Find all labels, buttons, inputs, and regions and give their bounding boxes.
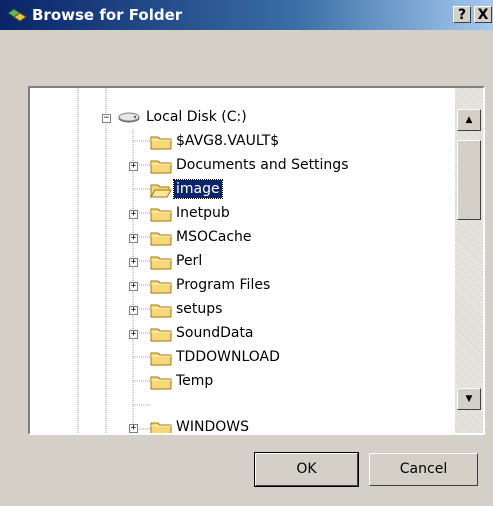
folder-icon	[150, 136, 172, 150]
tree-item-windows[interactable]: + WINDOWS	[30, 418, 450, 435]
expand-icon[interactable]: +	[129, 424, 138, 433]
tree-item-documents-and-settings[interactable]: + Documents and Settings	[30, 156, 450, 177]
expand-icon[interactable]: +	[129, 210, 138, 219]
tree-item-label: $AVG8.VAULT$	[176, 133, 280, 149]
tree-item-label: image	[173, 179, 223, 199]
tree-item-msocache[interactable]: + MSOCache	[30, 228, 450, 249]
folder-icon	[150, 376, 172, 390]
help-button[interactable]: ?	[453, 6, 471, 23]
tree-item-program-files[interactable]: + Program Files	[30, 276, 450, 297]
vertical-scrollbar[interactable]: ▲ ▼	[455, 88, 483, 433]
expand-icon[interactable]: +	[129, 258, 138, 267]
tree-item-label: Documents and Settings	[176, 157, 349, 173]
browse-folder-icon	[7, 8, 27, 22]
tree-item-perl[interactable]: + Perl	[30, 252, 450, 273]
tree-item-label: Program Files	[176, 277, 271, 293]
scroll-down-button[interactable]: ▼	[457, 388, 481, 410]
tree-item-label: Perl	[176, 253, 203, 269]
tree-item-setups[interactable]: + setups	[30, 300, 450, 321]
tree-item-label: TDDOWNLOAD	[176, 349, 280, 365]
close-button[interactable]: X	[474, 6, 492, 23]
expand-icon[interactable]: +	[129, 162, 138, 171]
tree-item-inetpub[interactable]: + Inetpub	[30, 204, 450, 225]
tree-item-temp[interactable]: Temp	[30, 372, 450, 393]
tree-item-label: SoundData	[176, 325, 254, 341]
expand-icon[interactable]: +	[129, 330, 138, 339]
ok-button[interactable]: OK	[254, 452, 359, 487]
tree-item-tddownload[interactable]: TDDOWNLOAD	[30, 348, 450, 369]
tree-item-sounddata[interactable]: + SoundData	[30, 324, 450, 345]
tree-item-local-disk[interactable]: − Local Disk (C:)	[30, 108, 450, 129]
folder-icon	[150, 352, 172, 366]
folder-icon	[150, 422, 172, 433]
window-title: Browse for Folder	[32, 6, 183, 24]
folder-icon	[150, 256, 172, 270]
folder-icon	[150, 328, 172, 342]
tree-item-avg8-vault[interactable]: $AVG8.VAULT$	[30, 132, 450, 153]
tree-item-label: MSOCache	[176, 229, 252, 245]
expand-icon[interactable]: +	[129, 306, 138, 315]
drive-icon	[118, 112, 140, 123]
title-bar: Browse for Folder ? X	[0, 0, 493, 30]
tree-item-image[interactable]: image	[30, 179, 450, 201]
folder-icon	[150, 304, 172, 318]
tree-item-label: Temp	[176, 373, 214, 389]
tree-item-label: Local Disk (C:)	[146, 109, 247, 125]
tree-item-label: WINDOWS	[176, 419, 249, 435]
folder-tree[interactable]: − Local Disk (C:) $AVG8.VAULT$ + Documen…	[28, 86, 485, 435]
folder-icon	[150, 280, 172, 294]
scroll-up-button[interactable]: ▲	[457, 109, 481, 131]
scroll-thumb[interactable]	[457, 140, 481, 220]
tree-item-label: setups	[176, 301, 223, 317]
expand-icon[interactable]: +	[129, 234, 138, 243]
expand-icon[interactable]: +	[129, 282, 138, 291]
collapse-icon[interactable]: −	[102, 114, 111, 123]
folder-open-icon	[150, 184, 172, 198]
folder-icon	[150, 232, 172, 246]
cancel-button[interactable]: Cancel	[369, 453, 478, 486]
tree-item-label: Inetpub	[176, 205, 230, 221]
folder-icon	[150, 160, 172, 174]
folder-icon	[150, 208, 172, 222]
